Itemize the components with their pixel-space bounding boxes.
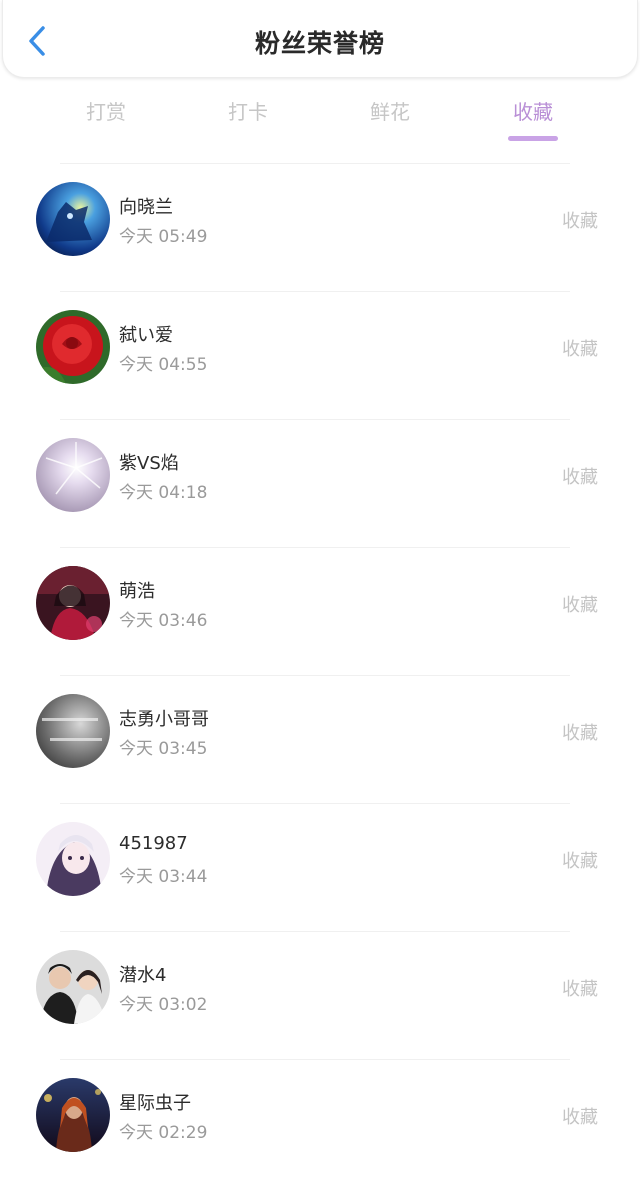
tab-favorites[interactable]: 收藏 <box>483 96 583 141</box>
fan-name: 萌浩 <box>119 581 155 602</box>
anime-girl-avatar <box>36 822 110 896</box>
fan-name: 451987 <box>119 833 188 854</box>
costume-portrait-avatar <box>36 566 110 640</box>
couple-photo-avatar <box>36 950 110 1024</box>
favorite-label: 收藏 <box>562 979 598 1000</box>
top-bar: 粉丝荣誉榜 <box>2 0 638 78</box>
active-tab-indicator <box>508 136 558 141</box>
list-item[interactable]: 弑い爱 今天 04:55 收藏 <box>0 291 640 419</box>
fan-name: 星际虫子 <box>119 1093 191 1114</box>
list-item[interactable]: 潜水4 今天 03:02 收藏 <box>0 931 640 1059</box>
fan-time: 今天 03:02 <box>119 995 208 1015</box>
avatar[interactable] <box>36 694 110 768</box>
list-item[interactable]: 萌浩 今天 03:46 收藏 <box>0 547 640 675</box>
favorite-label: 收藏 <box>562 851 598 872</box>
fan-time: 今天 03:45 <box>119 739 208 759</box>
favorite-label: 收藏 <box>562 1107 598 1128</box>
list-item[interactable]: 向晓兰 今天 05:49 收藏 <box>0 163 640 291</box>
fan-time: 今天 03:44 <box>119 867 208 887</box>
fan-time: 今天 04:55 <box>119 355 208 375</box>
favorite-label: 收藏 <box>562 595 598 616</box>
fan-time: 今天 05:49 <box>119 227 208 247</box>
list-item[interactable]: 451987 今天 03:44 收藏 <box>0 803 640 931</box>
favorite-label: 收藏 <box>562 723 598 744</box>
avatar[interactable] <box>36 1078 110 1152</box>
avatar[interactable] <box>36 822 110 896</box>
fan-name: 紫VS焰 <box>119 453 179 474</box>
wolf-night-avatar <box>36 182 110 256</box>
fan-name: 向晓兰 <box>119 197 173 218</box>
avatar[interactable] <box>36 182 110 256</box>
favorite-label: 收藏 <box>562 339 598 360</box>
light-burst-avatar <box>36 438 110 512</box>
red-rose-avatar <box>36 310 110 384</box>
tab-favorites-label: 收藏 <box>513 100 553 124</box>
gray-text-avatar <box>36 694 110 768</box>
page-title: 粉丝荣誉榜 <box>254 29 385 58</box>
tab-bar: 打赏 打卡 鲜花 收藏 <box>0 96 640 146</box>
list-item[interactable]: 紫VS焰 今天 04:18 收藏 <box>0 419 640 547</box>
avatar[interactable] <box>36 566 110 640</box>
tab-reward[interactable]: 打赏 <box>56 96 156 128</box>
avatar[interactable] <box>36 950 110 1024</box>
fan-time: 今天 02:29 <box>119 1123 208 1143</box>
avatar[interactable] <box>36 438 110 512</box>
favorite-label: 收藏 <box>562 211 598 232</box>
list-item[interactable]: 星际虫子 今天 02:29 收藏 <box>0 1059 640 1187</box>
list-item[interactable]: 志勇小哥哥 今天 03:45 收藏 <box>0 675 640 803</box>
fan-name: 志勇小哥哥 <box>119 709 209 730</box>
tab-flowers[interactable]: 鲜花 <box>340 96 440 128</box>
fan-name: 弑い爱 <box>119 325 173 346</box>
avatar[interactable] <box>36 310 110 384</box>
fan-name: 潜水4 <box>119 965 167 986</box>
tab-checkin[interactable]: 打卡 <box>198 96 298 128</box>
fantasy-warrior-avatar <box>36 1078 110 1152</box>
fan-time: 今天 03:46 <box>119 611 208 631</box>
favorite-label: 收藏 <box>562 467 598 488</box>
fan-time: 今天 04:18 <box>119 483 208 503</box>
